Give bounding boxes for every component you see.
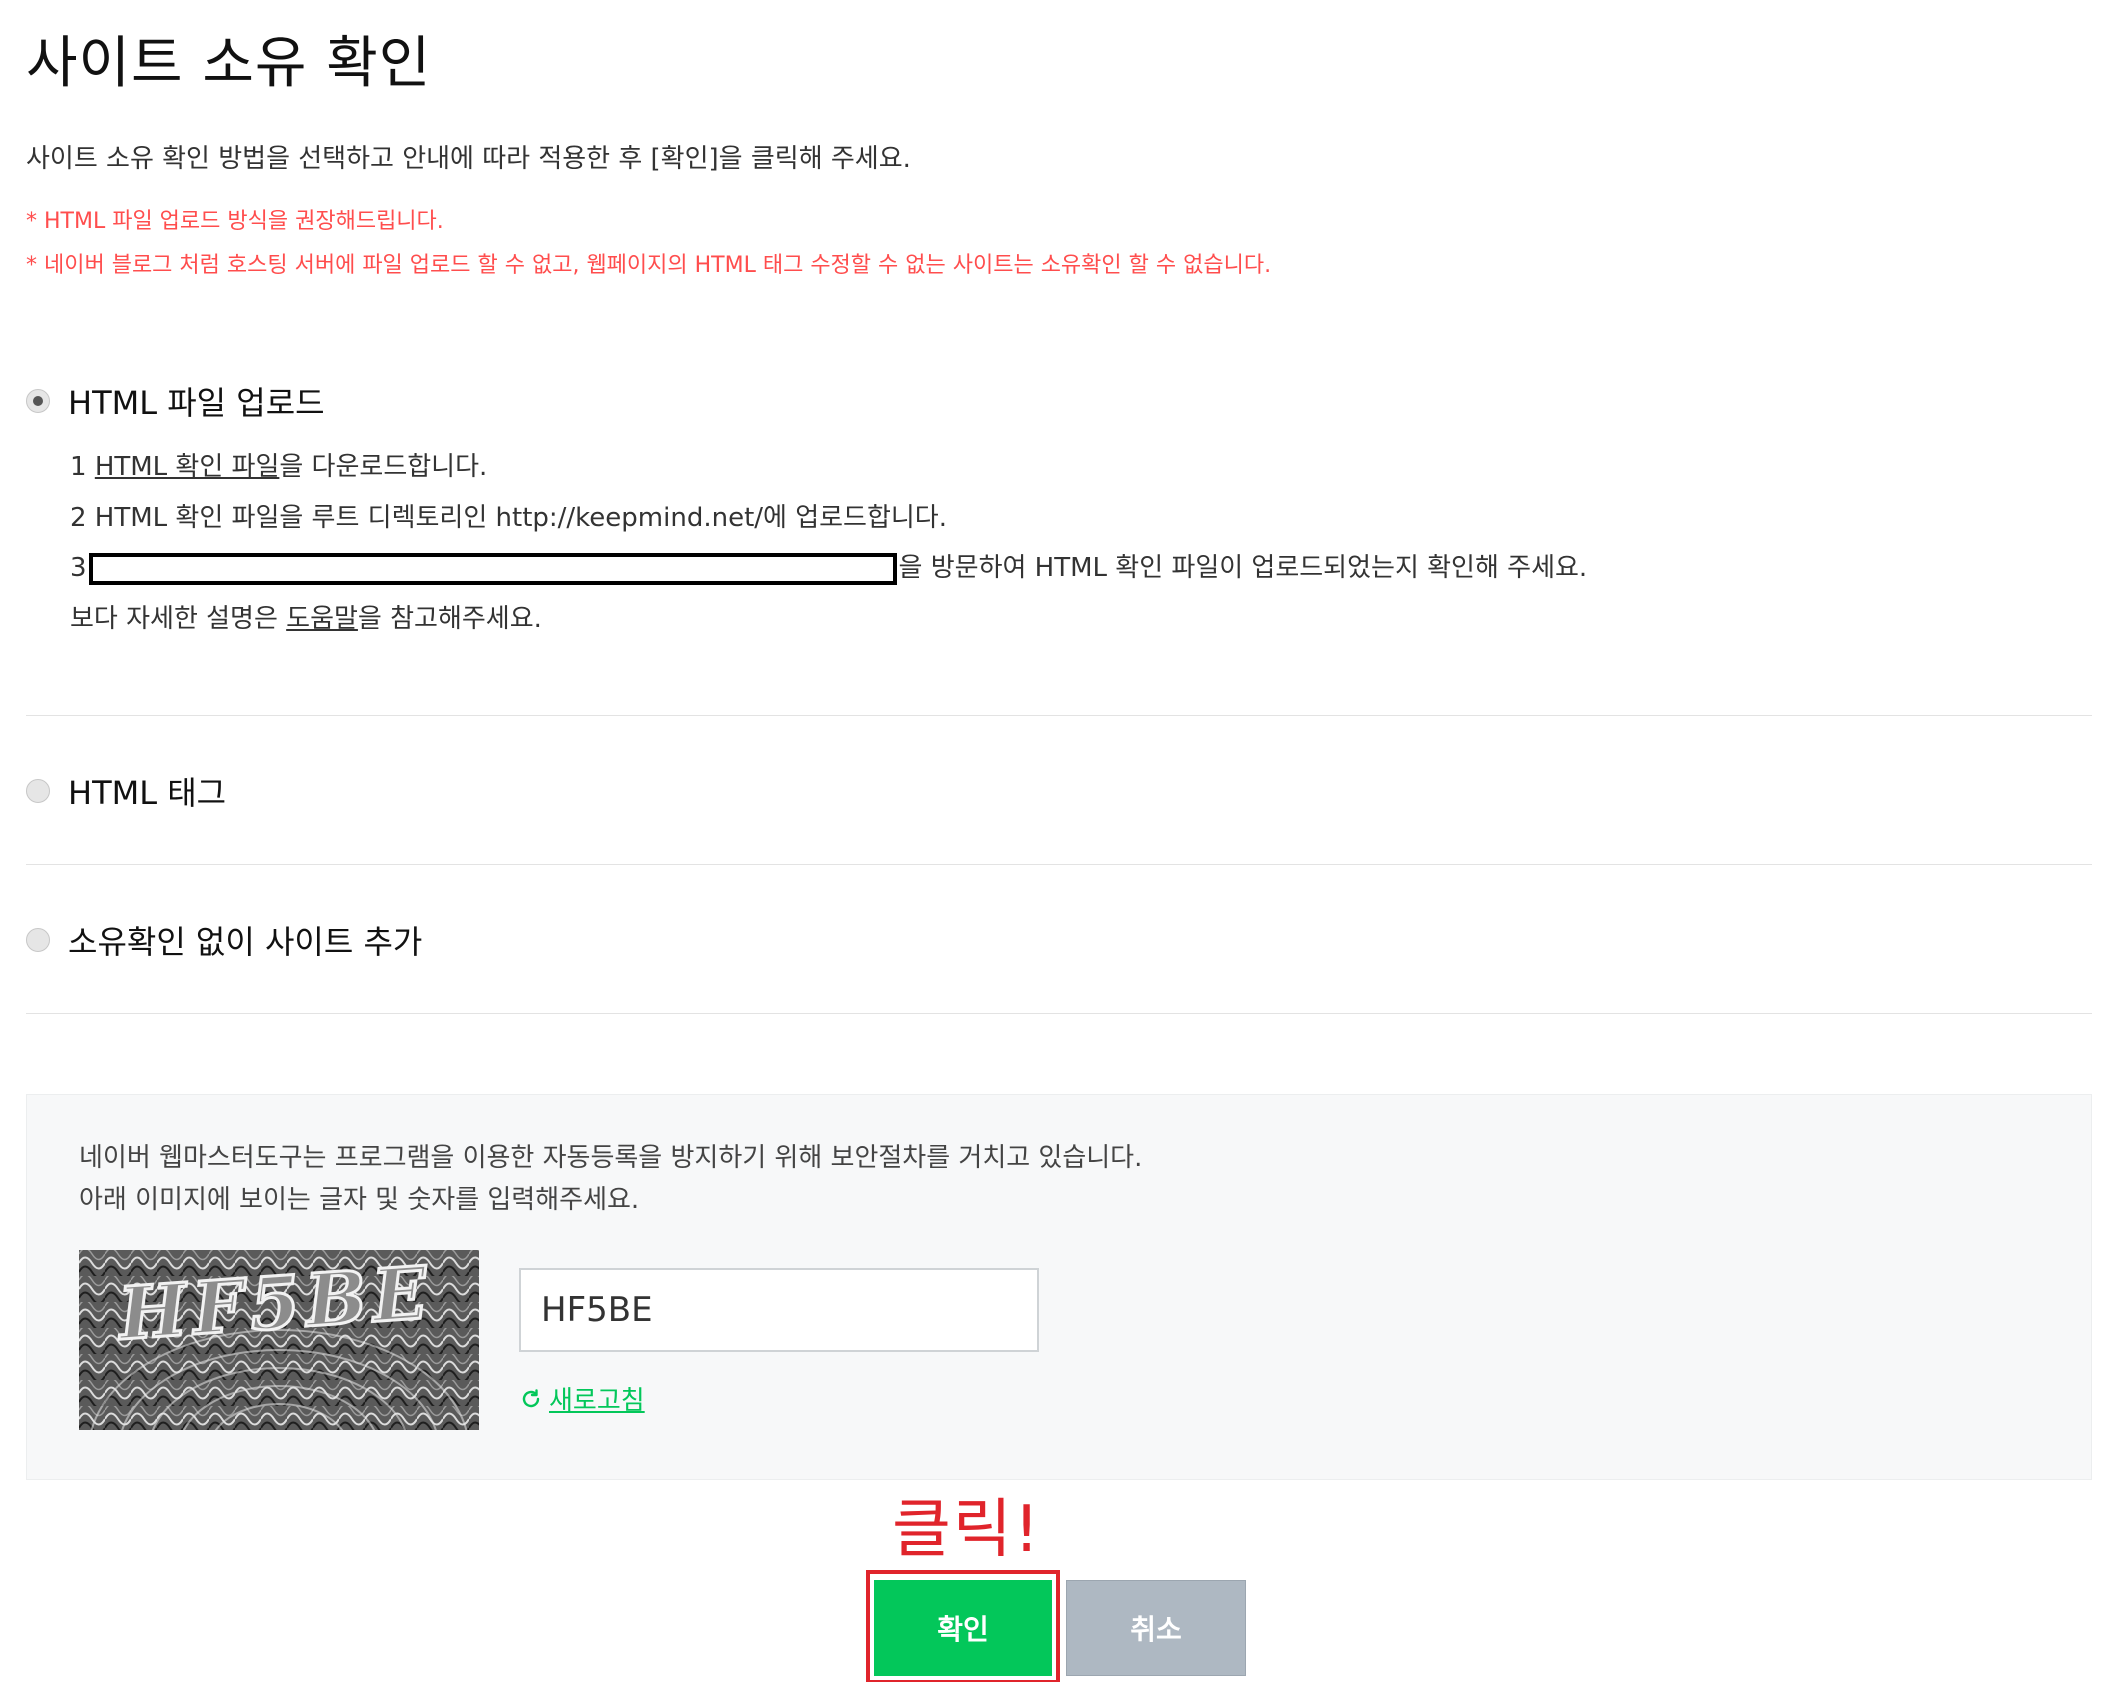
help-text-before: 보다 자세한 설명은 xyxy=(70,604,287,634)
radio-selected-dot xyxy=(33,396,43,406)
intro-text: 사이트 소유 확인 방법을 선택하고 안내에 따라 적용한 후 [확인]을 클릭… xyxy=(26,144,911,174)
notice-restriction: * 네이버 블로그 처럼 호스팅 서버에 파일 업로드 할 수 없고, 웹페이지… xyxy=(26,253,1272,278)
option-html-file-upload[interactable]: HTML 파일 업로드 xyxy=(26,378,325,424)
help-text-after: 을 참고해주세요. xyxy=(357,604,542,634)
notice-recommend: * HTML 파일 업로드 방식을 권장해드립니다. xyxy=(26,209,444,234)
step-3-number: 3 xyxy=(70,553,87,583)
captcha-description-1: 네이버 웹마스터도구는 프로그램을 이용한 자동등록을 방지하기 위해 보안절차… xyxy=(79,1143,1143,1173)
step-1-text: 을 다운로드합니다. xyxy=(279,452,488,482)
confirm-button[interactable]: 확인 xyxy=(874,1580,1052,1676)
help-line: 보다 자세한 설명은 도움말을 참고해주세요. xyxy=(70,598,542,635)
step-1-number: 1 xyxy=(70,452,87,482)
step-3-text: 을 방문하여 HTML 확인 파일이 업로드되었는지 확인해 주세요. xyxy=(898,553,1588,583)
step-1: 1 HTML 확인 파일을 다운로드합니다. xyxy=(70,446,487,483)
radio-html-file-upload[interactable] xyxy=(26,389,50,413)
captcha-image: HF5BE xyxy=(79,1250,479,1430)
option-label-html-file-upload: HTML 파일 업로드 xyxy=(68,384,325,422)
site-ownership-page: 사이트 소유 확인 사이트 소유 확인 방법을 선택하고 안내에 따라 적용한 … xyxy=(0,0,2119,1682)
help-link[interactable]: 도움말 xyxy=(286,604,358,634)
step-3: 3 을 방문하여 HTML 확인 파일이 업로드되었는지 확인해 주세요. xyxy=(70,547,1587,585)
divider xyxy=(26,715,2092,716)
divider xyxy=(26,1013,2092,1014)
captcha-refresh-link[interactable]: 새로고침 xyxy=(519,1380,645,1417)
step-2-text: 2 HTML 확인 파일을 루트 디렉토리인 http://keepmind.n… xyxy=(70,503,947,533)
radio-html-tag[interactable] xyxy=(26,779,50,803)
captcha-description-2: 아래 이미지에 보이는 글자 및 숫자를 입력해주세요. xyxy=(79,1185,640,1215)
page-title: 사이트 소유 확인 xyxy=(26,31,432,96)
captcha-panel: 네이버 웹마스터도구는 프로그램을 이용한 자동등록을 방지하기 위해 보안절차… xyxy=(26,1094,2092,1480)
radio-add-without-verification[interactable] xyxy=(26,928,50,952)
cancel-button[interactable]: 취소 xyxy=(1066,1580,1246,1676)
option-label-html-tag: HTML 태그 xyxy=(68,774,227,812)
captcha-input[interactable] xyxy=(519,1268,1039,1352)
option-add-without-verification[interactable]: 소유확인 없이 사이트 추가 xyxy=(26,917,422,963)
option-html-tag[interactable]: HTML 태그 xyxy=(26,768,226,814)
refresh-icon xyxy=(522,1388,540,1407)
step-2: 2 HTML 확인 파일을 루트 디렉토리인 http://keepmind.n… xyxy=(70,497,947,534)
redacted-url-box xyxy=(88,552,897,585)
click-annotation: 클릭! xyxy=(892,1493,1042,1567)
html-verify-file-download-link[interactable]: HTML 확인 파일 xyxy=(95,452,280,482)
refresh-label: 새로고침 xyxy=(549,1386,645,1416)
divider xyxy=(26,864,2092,865)
option-label-add-without-verification: 소유확인 없이 사이트 추가 xyxy=(68,923,423,961)
